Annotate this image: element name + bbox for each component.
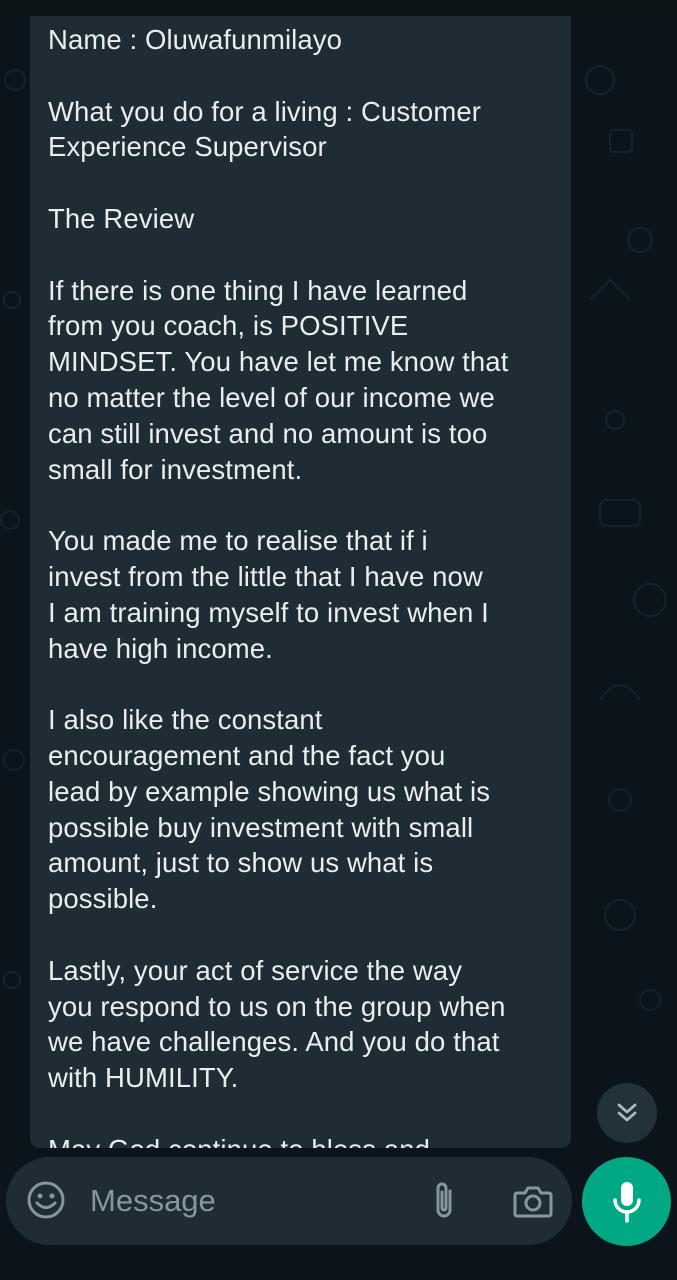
double-chevron-down-icon [617,1103,637,1122]
status-strip [0,0,677,16]
voice-message-button[interactable] [582,1157,671,1246]
scroll-to-bottom-button[interactable] [597,1083,657,1143]
message-bubble[interactable]: Name : Oluwafunmilayo What you do for a … [30,16,571,1148]
microphone-icon [612,1181,641,1223]
camera-icon[interactable] [513,1182,553,1220]
message-input[interactable]: Message [90,1182,216,1220]
message-text: Name : Oluwafunmilayo What you do for a … [48,24,509,1148]
paperclip-icon[interactable] [429,1179,459,1223]
message-composer[interactable]: Message [6,1157,572,1245]
emoji-icon[interactable] [26,1180,66,1220]
